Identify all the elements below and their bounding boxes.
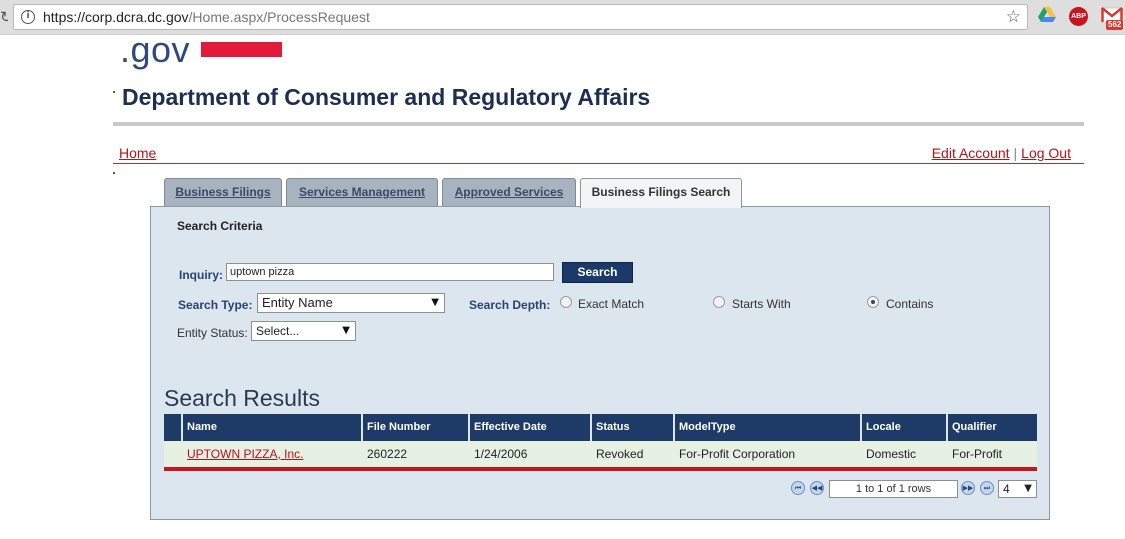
dropdown-caret-icon: ▼ (342, 325, 350, 336)
page-size-value: 4 (1003, 482, 1010, 496)
page-size-select[interactable]: 4 ▼ (998, 480, 1037, 498)
inquiry-input[interactable]: uptown pizza (226, 263, 554, 281)
inquiry-label: Inquiry: (179, 268, 223, 282)
divider-dot (113, 172, 115, 174)
account-links: Edit Account | Log Out (932, 145, 1071, 161)
home-link[interactable]: Home (119, 145, 156, 161)
previous-page-icon[interactable]: ◀◀ (810, 481, 824, 495)
tab-business-filings-search[interactable]: Business Filings Search (580, 178, 742, 208)
next-page-icon[interactable]: ▶▶ (961, 481, 975, 495)
adblock-icon[interactable]: ABP (1069, 7, 1088, 26)
page-title: Department of Consumer and Regulatory Af… (122, 84, 651, 110)
google-drive-icon[interactable] (1038, 7, 1056, 25)
column-header-model-type[interactable]: ModelType (675, 414, 862, 441)
search-results-heading: Search Results (164, 385, 320, 411)
contains-label: Contains (886, 297, 934, 311)
top-nav: Home Edit Account | Log Out (113, 143, 1084, 164)
search-type-label: Search Type: (178, 298, 253, 312)
cell-locale: Domestic (866, 447, 917, 461)
dropdown-caret-icon: ▼ (1024, 483, 1032, 494)
column-header-locale[interactable]: Locale (862, 414, 948, 441)
edit-account-link[interactable]: Edit Account (932, 145, 1010, 161)
column-header-qualifier[interactable]: Qualifier (948, 414, 1037, 441)
pager-info: 1 to 1 of 1 rows (829, 480, 958, 498)
reload-icon[interactable]: ↻ (0, 8, 8, 26)
entity-status-value: Select... (256, 324, 300, 338)
column-header-select (164, 414, 183, 441)
entity-status-label: Entity Status: (177, 326, 248, 340)
search-criteria-heading: Search Criteria (177, 219, 263, 233)
cell-effective-date: 1/24/2006 (474, 447, 528, 461)
radio-exact-match[interactable] (560, 296, 572, 308)
cell-qualifier: For-Profit (952, 447, 1003, 461)
mail-count-badge: 562 (1106, 20, 1124, 30)
radio-starts-with[interactable] (713, 296, 725, 308)
table-row[interactable]: UPTOWN PIZZA, Inc. 260222 1/24/2006 Revo… (164, 441, 1037, 471)
radio-contains[interactable] (867, 296, 879, 308)
first-page-icon[interactable]: ⏮ (791, 481, 805, 495)
info-icon[interactable]: i (21, 10, 35, 24)
entity-name-link[interactable]: UPTOWN PIZZA, Inc. (187, 447, 303, 461)
entity-status-select[interactable]: Select... ▼ (251, 321, 356, 341)
column-header-name[interactable]: Name (183, 414, 363, 441)
divider-dot (113, 91, 115, 93)
row-select-cell (164, 441, 183, 467)
column-header-status[interactable]: Status (592, 414, 675, 441)
pager: ⏮ ◀◀ 1 to 1 of 1 rows ▶▶ ⏭ 4 ▼ (791, 479, 1041, 499)
cell-name: UPTOWN PIZZA, Inc. (183, 441, 363, 467)
bookmark-star-icon[interactable]: ☆ (1006, 7, 1021, 27)
cell-file-number: 260222 (367, 447, 408, 461)
search-type-select[interactable]: Entity Name ▼ (257, 293, 445, 313)
address-bar[interactable]: i https://corp.dcra.dc.gov/Home.aspx/Pro… (13, 4, 1028, 30)
logo-accent-bar (201, 42, 282, 57)
logout-link[interactable]: Log Out (1021, 145, 1071, 161)
nav-separator: | (1013, 145, 1018, 161)
site-logo: .gov (120, 29, 191, 70)
exact-match-label: Exact Match (578, 297, 645, 311)
tab-approved-services[interactable]: Approved Services (442, 178, 576, 207)
table-header: Name File Number Effective Date Status M… (164, 414, 1037, 441)
url-text[interactable]: https://corp.dcra.dc.gov/Home.aspx/Proce… (43, 9, 370, 26)
header-divider (113, 122, 1084, 126)
last-page-icon[interactable]: ⏭ (980, 481, 994, 495)
cell-status: Revoked (596, 447, 644, 461)
dropdown-caret-icon: ▼ (431, 297, 439, 308)
column-header-file-number[interactable]: File Number (363, 414, 470, 441)
tab-services-management[interactable]: Services Management (286, 178, 438, 207)
column-header-effective-date[interactable]: Effective Date (470, 414, 592, 441)
starts-with-label: Starts With (732, 297, 791, 311)
results-table: Name File Number Effective Date Status M… (164, 414, 1037, 471)
search-depth-label: Search Depth: (469, 298, 551, 312)
cell-model-type: For-Profit Corporation (679, 447, 796, 461)
tab-business-filings[interactable]: Business Filings (164, 178, 282, 207)
search-button[interactable]: Search (562, 262, 633, 283)
search-type-value: Entity Name (262, 295, 333, 310)
search-panel: Search Criteria Inquiry: uptown pizza Se… (150, 206, 1050, 520)
